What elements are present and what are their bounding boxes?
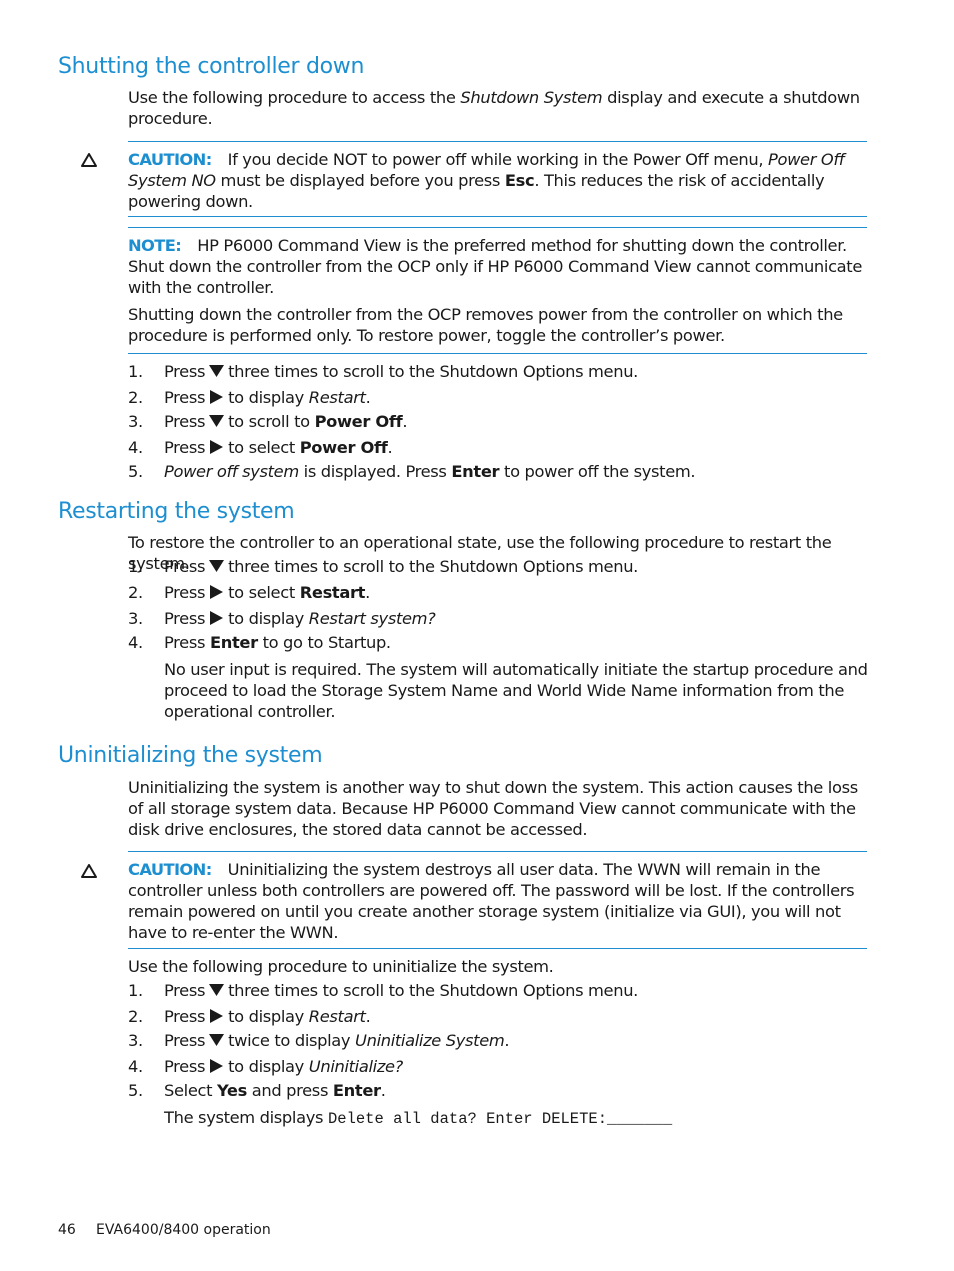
right-arrow-icon [210,390,224,404]
caution-bottom-rule [128,216,867,217]
down-arrow-icon [209,415,225,427]
note-top-rule [128,227,867,228]
footer-doc-title: EVA6400/8400 operation [96,1222,271,1238]
uninit-display-message: The system displays Delete all data? Ent… [164,1108,673,1128]
caution-label: CAUTION: [128,860,212,879]
uninit-caution: CAUTION: Uninitializing the system destro… [128,860,855,942]
heading-shutting-down: Shutting the controller down [58,54,365,79]
uninit-caution-bottom-rule [128,948,867,949]
restart-followup: No user input is required. The system wi… [164,660,868,721]
uninit-intro: Uninitializing the system is another way… [128,778,858,839]
right-arrow-icon [210,611,224,625]
shutdown-note: NOTE: HP P6000 Command View is the prefer… [128,236,862,297]
down-arrow-icon [209,1034,225,1046]
note-bottom-rule [128,353,867,354]
shutdown-caution: CAUTION: If you decide NOT to power off w… [128,150,845,211]
down-arrow-icon [209,984,225,996]
shutdown-note-para2: Shutting down the controller from the OC… [128,305,843,345]
caution-label: CAUTION: [128,150,212,169]
caution-icon [81,153,97,167]
down-arrow-icon [209,365,225,377]
heading-uninitializing: Uninitializing the system [58,743,323,768]
note-label: NOTE: [128,236,182,255]
right-arrow-icon [210,1059,224,1073]
document-page: Shutting the controller down Use the fol… [58,54,868,1238]
caution-icon [81,864,97,878]
down-arrow-icon [209,560,225,572]
heading-restarting: Restarting the system [58,499,295,524]
right-arrow-icon [210,585,224,599]
display-code: Delete all data? Enter DELETE:_______ [327,1110,673,1128]
uninit-caution-top-rule [128,851,867,852]
uninit-lead: Use the following procedure to uninitial… [128,957,554,976]
right-arrow-icon [210,440,224,454]
shutdown-intro: Use the following procedure to access th… [128,88,860,128]
right-arrow-icon [210,1009,224,1023]
caution-top-rule [128,141,867,142]
page-number: 46 [58,1222,76,1238]
